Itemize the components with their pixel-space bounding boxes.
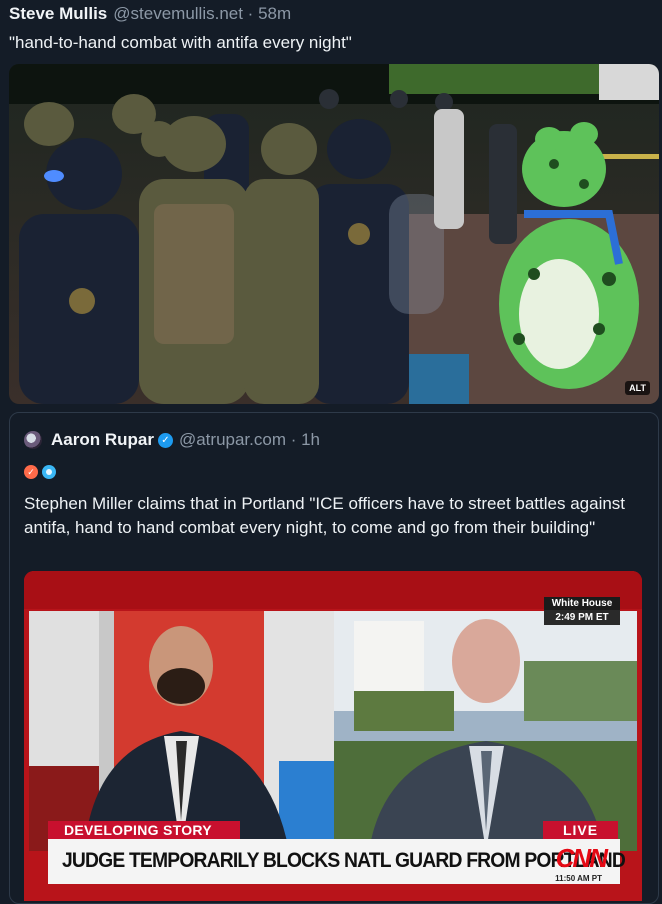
news-lower-third: JUDGE TEMPORARILY BLOCKS NATL GUARD FROM… [48,839,626,884]
developing-story-tag: DEVELOPING STORY [48,821,240,839]
live-tag: LIVE [543,821,618,839]
avatar[interactable] [24,431,42,449]
quote-author-row: Aaron Rupar ✓ @atrupar.com · 1h [24,429,320,451]
post-author-name[interactable]: Steve Mullis [9,4,107,24]
location-label: White House [544,597,620,610]
location-time: 2:49 PM ET [544,610,620,625]
alt-text-badge[interactable]: ALT [625,381,650,395]
post-author-row: Steve Mullis @stevemullis.net · 58m [9,2,291,26]
profile-badges: ✓ [24,465,56,479]
broadcast-time: 11:50 AM PT [555,874,602,883]
post-text: "hand-to-hand combat with antifa every n… [9,33,352,52]
blue-dot-badge-icon [42,465,56,479]
quote-author-handle[interactable]: @atrupar.com · 1h [179,430,320,450]
quoted-post-card[interactable]: Aaron Rupar ✓ @atrupar.com · 1h ✓ Stephe… [9,412,659,904]
post-photo[interactable]: ALT [9,64,659,404]
cnn-logo: CNN [555,843,608,873]
verified-check-icon: ✓ [157,432,173,448]
post-author-handle[interactable]: @stevemullis.net · 58m [113,4,291,24]
quote-author-name[interactable]: Aaron Rupar [51,430,154,450]
quote-text: Stephen Miller claims that in Portland "… [24,494,626,537]
news-headline: JUDGE TEMPORARILY BLOCKS NATL GUARD FROM… [62,849,626,872]
quoted-video[interactable]: White House 2:49 PM ET DEVELOPING STORY … [24,571,642,901]
protest-photo-image [9,64,659,404]
orange-check-badge-icon: ✓ [24,465,38,479]
